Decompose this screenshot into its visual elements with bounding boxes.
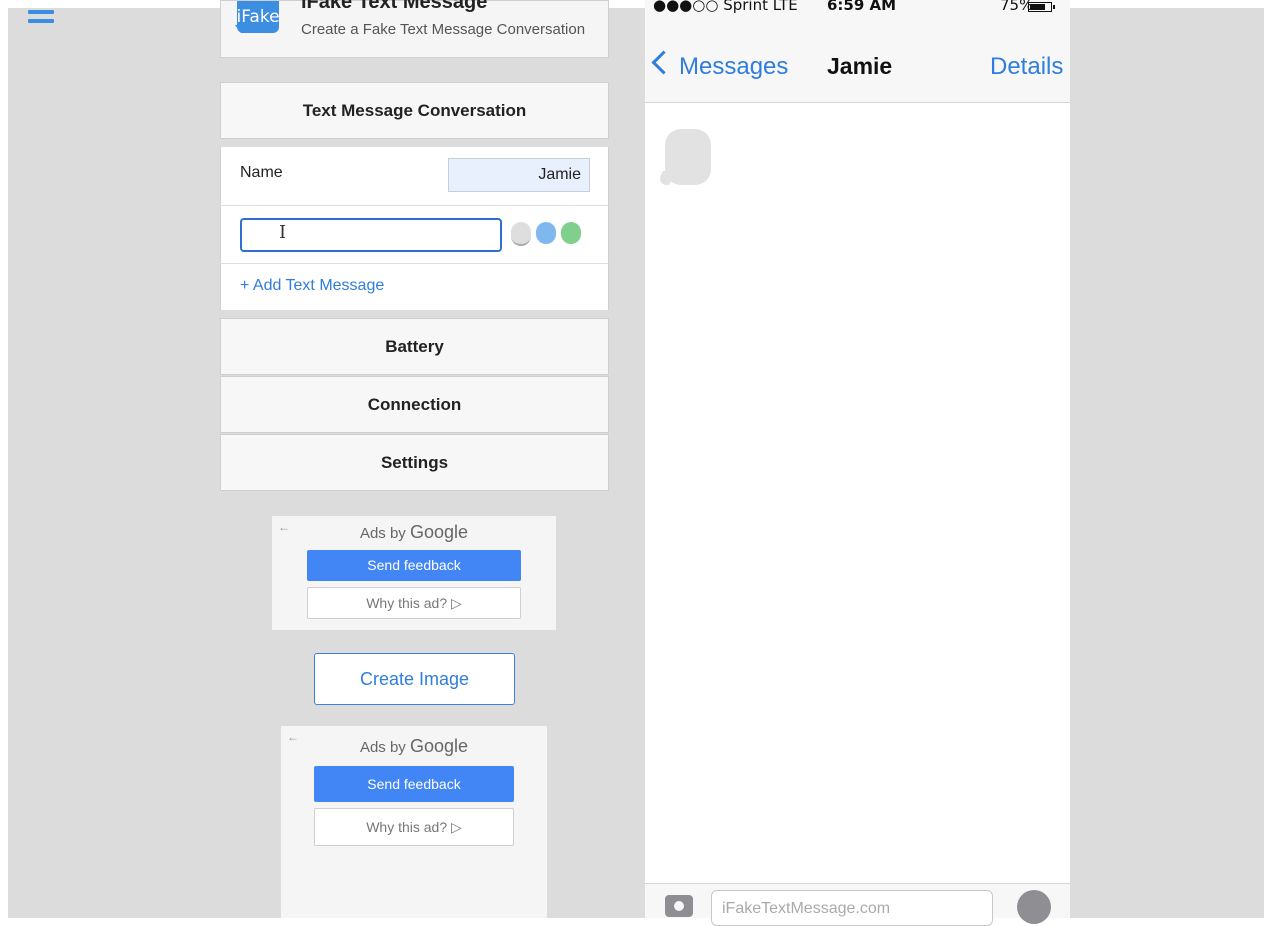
google-wordmark: Google — [409, 736, 469, 756]
send-feedback-button[interactable]: Send feedback — [314, 766, 514, 802]
ads-by-google: Ads by Google — [281, 736, 547, 757]
connection-section-header[interactable]: Connection — [220, 376, 609, 433]
google-wordmark: Google — [409, 522, 469, 542]
carrier-signal: ●●●○○ Sprint LTE — [653, 0, 798, 14]
battery-section-header[interactable]: Battery — [220, 318, 609, 375]
message-row: I — [220, 206, 609, 264]
logo-tail — [235, 25, 247, 33]
camera-icon[interactable] — [665, 895, 693, 917]
screen: iFake iFake Text Message Create a Fake T… — [0, 0, 1264, 926]
settings-section-header[interactable]: Settings — [220, 434, 609, 491]
name-input[interactable] — [448, 158, 590, 192]
page-background — [8, 8, 1264, 918]
ad-box-top: ← Ads by Google Send feedback Why this a… — [272, 516, 556, 630]
app-title: iFake Text Message — [301, 0, 488, 13]
text-cursor-icon: I — [279, 222, 287, 243]
contact-name: Jamie — [827, 53, 893, 79]
add-message-row: + Add Text Message — [220, 264, 609, 311]
microphone-icon[interactable] — [1017, 890, 1051, 924]
create-image-button[interactable]: Create Image — [314, 653, 515, 705]
ad-box-bottom: ← Ads by Google Send feedback Why this a… — [281, 726, 547, 918]
message-input-bar: iFakeTextMessage.com — [645, 883, 1070, 926]
green-bubble-option-icon[interactable] — [561, 222, 581, 244]
ads-by-label: Ads by — [359, 739, 406, 756]
why-this-ad-button[interactable]: Why this ad? ▷ — [307, 587, 521, 619]
send-feedback-button[interactable]: Send feedback — [307, 550, 521, 581]
phone-preview: ●●●○○ Sprint LTE 6:59 AM 75% Messages Ja… — [645, 0, 1070, 926]
app-header: iFake iFake Text Message Create a Fake T… — [220, 0, 609, 58]
ads-by-label: Ads by — [359, 525, 406, 542]
app-subtitle: Create a Fake Text Message Conversation — [301, 21, 586, 38]
ads-by-google: Ads by Google — [272, 522, 556, 543]
logo-text: iFake — [236, 7, 280, 27]
name-label: Name — [240, 164, 283, 181]
messages-nav-bar: Messages Jamie Details — [645, 22, 1070, 103]
battery-icon — [1028, 2, 1055, 12]
name-row: Name — [220, 147, 609, 206]
back-chevron-icon[interactable] — [651, 50, 676, 75]
back-to-messages-link[interactable]: Messages — [679, 53, 788, 81]
menu-icon[interactable] — [28, 10, 54, 26]
details-link[interactable]: Details — [990, 53, 1063, 81]
status-time: 6:59 AM — [827, 0, 897, 14]
phone-message-field[interactable]: iFakeTextMessage.com — [711, 890, 993, 926]
gray-bubble-option-icon[interactable] — [511, 222, 531, 246]
status-bar: ●●●○○ Sprint LTE 6:59 AM 75% — [645, 0, 1070, 22]
add-text-message-link[interactable]: + Add Text Message — [240, 277, 384, 295]
why-this-ad-button[interactable]: Why this ad? ▷ — [314, 808, 514, 846]
blue-bubble-option-icon[interactable] — [536, 222, 556, 244]
conversation-section-header[interactable]: Text Message Conversation — [220, 82, 609, 139]
conversation-area — [645, 103, 1070, 883]
